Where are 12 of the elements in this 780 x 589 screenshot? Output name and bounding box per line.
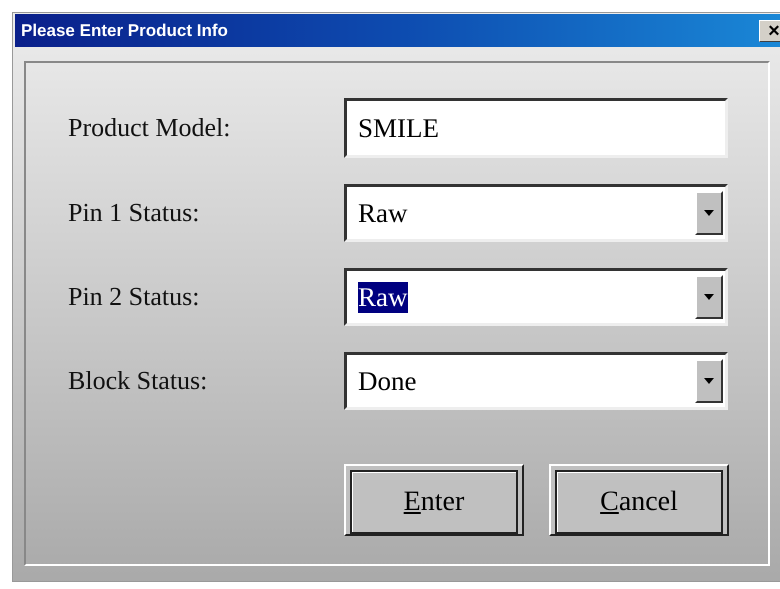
field-label: Pin 2 Status: bbox=[68, 282, 200, 312]
dropdown-field[interactable]: Done bbox=[344, 352, 728, 410]
close-button[interactable]: × bbox=[759, 20, 780, 42]
dropdown-field[interactable]: Raw bbox=[344, 184, 728, 242]
input-field[interactable]: SMILE bbox=[344, 98, 728, 158]
field-label: Block Status: bbox=[68, 366, 208, 396]
field-label: Product Model: bbox=[68, 113, 232, 143]
dialog-button[interactable]: Cancel bbox=[549, 464, 729, 536]
dropdown-field[interactable]: Raw bbox=[344, 268, 728, 326]
window-title: Please Enter Product Info bbox=[21, 20, 228, 40]
dialog-button[interactable]: Enter bbox=[344, 464, 524, 536]
field-label: Pin 1 Status: bbox=[68, 198, 200, 228]
